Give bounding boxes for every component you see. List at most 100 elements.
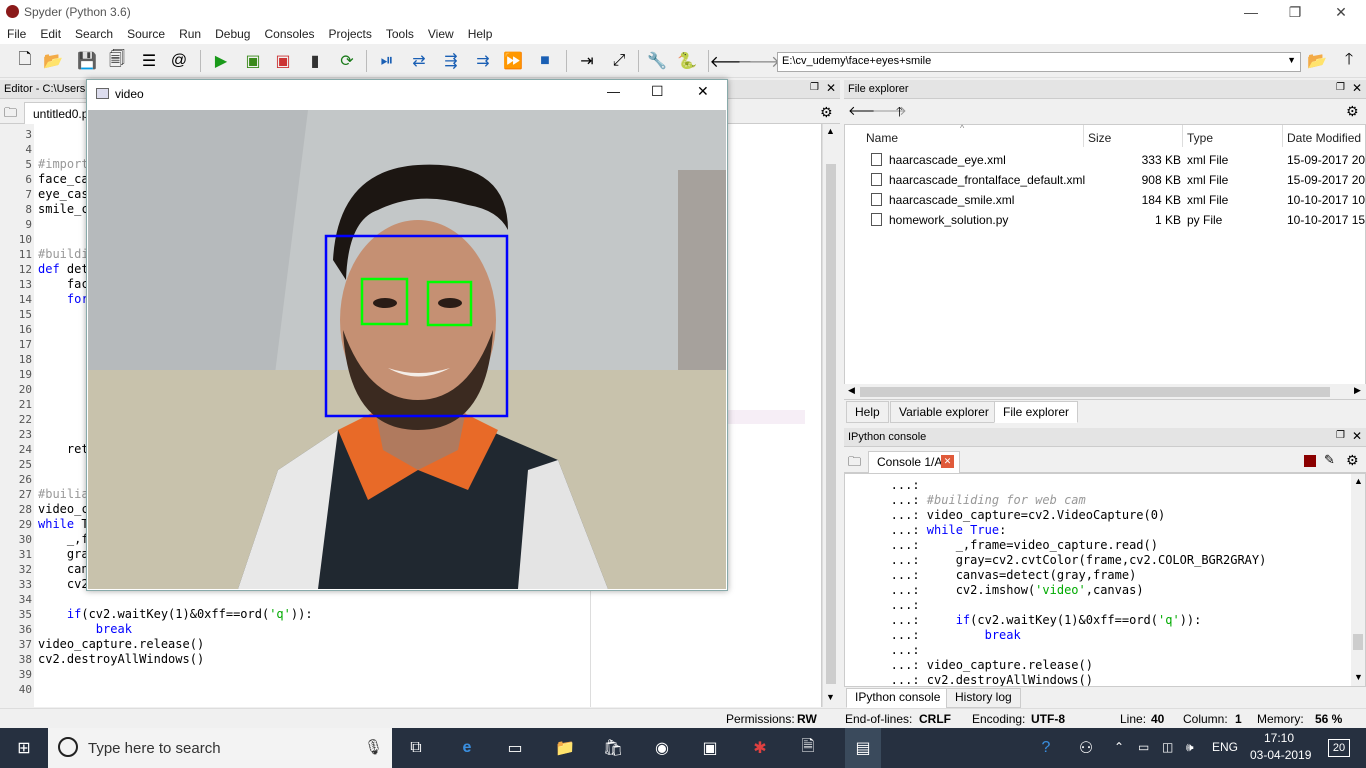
file-row[interactable]: haarcascade_frontalface_default.xml 908 … [845, 170, 1366, 190]
menu-source[interactable]: Source [120, 27, 172, 41]
tab-untitled0[interactable]: untitled0.p [24, 102, 88, 124]
help-icon[interactable]: ? [1034, 736, 1058, 760]
menu-view[interactable]: View [421, 27, 461, 41]
scroll-right-icon[interactable]: ▶ [1354, 385, 1361, 396]
scroll-left-icon[interactable]: ◀ [848, 385, 855, 396]
video-maximize-button[interactable]: ☐ [651, 83, 664, 100]
menu-help[interactable]: Help [461, 27, 500, 41]
column-size[interactable]: Size [1088, 131, 1111, 145]
clock-date[interactable]: 03-04-2019 [1250, 748, 1311, 762]
run-selection-icon[interactable]: ▮ [304, 50, 326, 72]
fullscreen-icon[interactable]: ⤢ [608, 50, 630, 72]
run-cell-advance-icon[interactable]: ▣ [272, 50, 294, 72]
undock-icon[interactable]: ❐ [810, 82, 819, 93]
stop-debug-icon[interactable]: ■ [534, 50, 556, 72]
ipython-console[interactable]: ...: ...: #builiding for web cam ...: vi… [844, 473, 1366, 687]
step-return-icon[interactable]: ⇉ [472, 50, 494, 72]
eraser-icon[interactable]: ✎ [1324, 452, 1335, 468]
file-row[interactable]: haarcascade_eye.xml 333 KB xml File 15-0… [845, 150, 1366, 170]
undock-icon[interactable]: ❐ [1336, 82, 1345, 93]
new-file-icon[interactable]: 🗋 [14, 50, 36, 72]
volume-icon[interactable]: 🕪 [1186, 740, 1194, 755]
open-file-icon[interactable]: 📂 [42, 50, 64, 72]
close-pane-icon[interactable]: ✕ [1352, 81, 1362, 95]
undock-icon[interactable]: ❐ [1336, 430, 1345, 441]
taskbar-search[interactable]: Type here to search 🎙 [48, 728, 392, 768]
file-explorer-icon[interactable]: 📁 [553, 736, 577, 760]
python-path-icon[interactable]: 🐍 [676, 50, 698, 72]
run-cell-icon[interactable]: ▣ [242, 50, 264, 72]
notifications-badge[interactable]: 20 [1328, 739, 1350, 757]
browse-tabs-icon[interactable]: 🗀 [848, 453, 861, 475]
step-into-icon[interactable]: ⇶ [440, 50, 462, 72]
menu-consoles[interactable]: Consoles [257, 27, 321, 41]
active-window-icon[interactable]: ▤ [845, 728, 881, 768]
people-icon[interactable]: ⚇ [1074, 736, 1098, 760]
debug-icon[interactable]: ⏯ [376, 50, 398, 72]
at-icon[interactable]: @ [168, 50, 190, 72]
restore-button[interactable]: ❐ [1272, 0, 1318, 24]
maximize-pane-icon[interactable]: ⇥ [576, 50, 598, 72]
close-pane-icon[interactable]: ✕ [1352, 429, 1362, 443]
store-icon[interactable]: 🛍 [601, 736, 625, 760]
menu-run[interactable]: Run [172, 27, 208, 41]
scroll-down-icon[interactable]: ▼ [1354, 672, 1363, 682]
forward-arrow-icon[interactable]: 🡒 [738, 50, 781, 72]
browse-tabs-icon[interactable]: 🗀 [4, 104, 17, 126]
scroll-down-icon[interactable]: ▼ [826, 692, 835, 702]
parent-dir-icon[interactable]: 🡑 [1338, 50, 1360, 72]
column-name[interactable]: Name [866, 131, 898, 145]
scrollbar-thumb[interactable] [860, 387, 1330, 397]
file-list-hscrollbar[interactable]: ◀ ▶ [844, 384, 1366, 399]
network-icon[interactable]: ◫ [1162, 740, 1173, 754]
minimize-button[interactable]: — [1228, 0, 1274, 24]
task-view-icon[interactable]: ⧉ [404, 736, 428, 760]
gear-icon[interactable]: ⚙ [820, 104, 833, 121]
tab-help[interactable]: Help [846, 401, 889, 423]
chrome-icon[interactable]: ◉ [650, 736, 674, 760]
tab-console[interactable]: Console 1/A ✕ [868, 451, 960, 473]
video-window[interactable]: video — ☐ ✕ [86, 79, 728, 591]
menu-file[interactable]: File [0, 27, 33, 41]
scroll-up-icon[interactable]: ▲ [1354, 476, 1363, 486]
parent-dir-icon[interactable]: 🡑 [896, 103, 903, 125]
editor-scrollbar[interactable]: ▲ ▼ [822, 124, 838, 707]
scroll-up-icon[interactable]: ▲ [826, 126, 835, 136]
menu-search[interactable]: Search [68, 27, 120, 41]
save-icon[interactable]: 💾 [76, 50, 98, 72]
file-row[interactable]: homework_solution.py 1 KB py File 10-10-… [845, 210, 1366, 230]
save-all-icon[interactable]: 🗐 [106, 50, 128, 72]
menu-projects[interactable]: Projects [322, 27, 379, 41]
windows-start-icon[interactable]: ⊞ [12, 736, 36, 760]
video-close-button[interactable]: ✕ [697, 83, 709, 100]
language-indicator[interactable]: ENG [1212, 740, 1238, 754]
terminal-icon[interactable]: ▣ [698, 736, 722, 760]
close-tab-icon[interactable]: ✕ [941, 455, 954, 468]
rerun-icon[interactable]: ⟳ [336, 50, 358, 72]
preferences-icon[interactable]: 🔧 [646, 50, 668, 72]
menu-tools[interactable]: Tools [379, 27, 421, 41]
menu-debug[interactable]: Debug [208, 27, 257, 41]
scrollbar-thumb[interactable] [826, 164, 836, 684]
edge-icon[interactable]: e [455, 736, 479, 760]
chevron-up-icon[interactable]: ⌃ [1114, 740, 1124, 754]
video-minimize-button[interactable]: — [607, 84, 620, 99]
browse-folder-icon[interactable]: 📂 [1306, 50, 1328, 72]
clock-time[interactable]: 17:10 [1264, 731, 1294, 745]
document-icon[interactable]: 🗎 [796, 736, 820, 760]
tab-ipython-console[interactable]: IPython console [846, 688, 950, 708]
tab-file-explorer[interactable]: File explorer [994, 401, 1079, 423]
browse-tabs-icon[interactable]: ☰ [138, 50, 160, 72]
tab-history-log[interactable]: History log [946, 688, 1021, 708]
spyder-taskbar-icon[interactable]: ✱ [748, 736, 772, 760]
console-scrollbar[interactable]: ▲ ▼ [1351, 474, 1365, 686]
step-icon[interactable]: ⇄ [408, 50, 430, 72]
column-type[interactable]: Type [1187, 131, 1213, 145]
menu-edit[interactable]: Edit [33, 27, 68, 41]
file-row[interactable]: haarcascade_smile.xml 184 KB xml File 10… [845, 190, 1366, 210]
gear-icon[interactable]: ⚙ [1346, 103, 1359, 120]
stop-icon[interactable] [1304, 455, 1316, 467]
tab-variable-explorer[interactable]: Variable explorer [890, 401, 998, 423]
chevron-down-icon[interactable]: ▼ [1287, 55, 1296, 65]
microphone-icon[interactable]: 🎙 [364, 738, 383, 756]
